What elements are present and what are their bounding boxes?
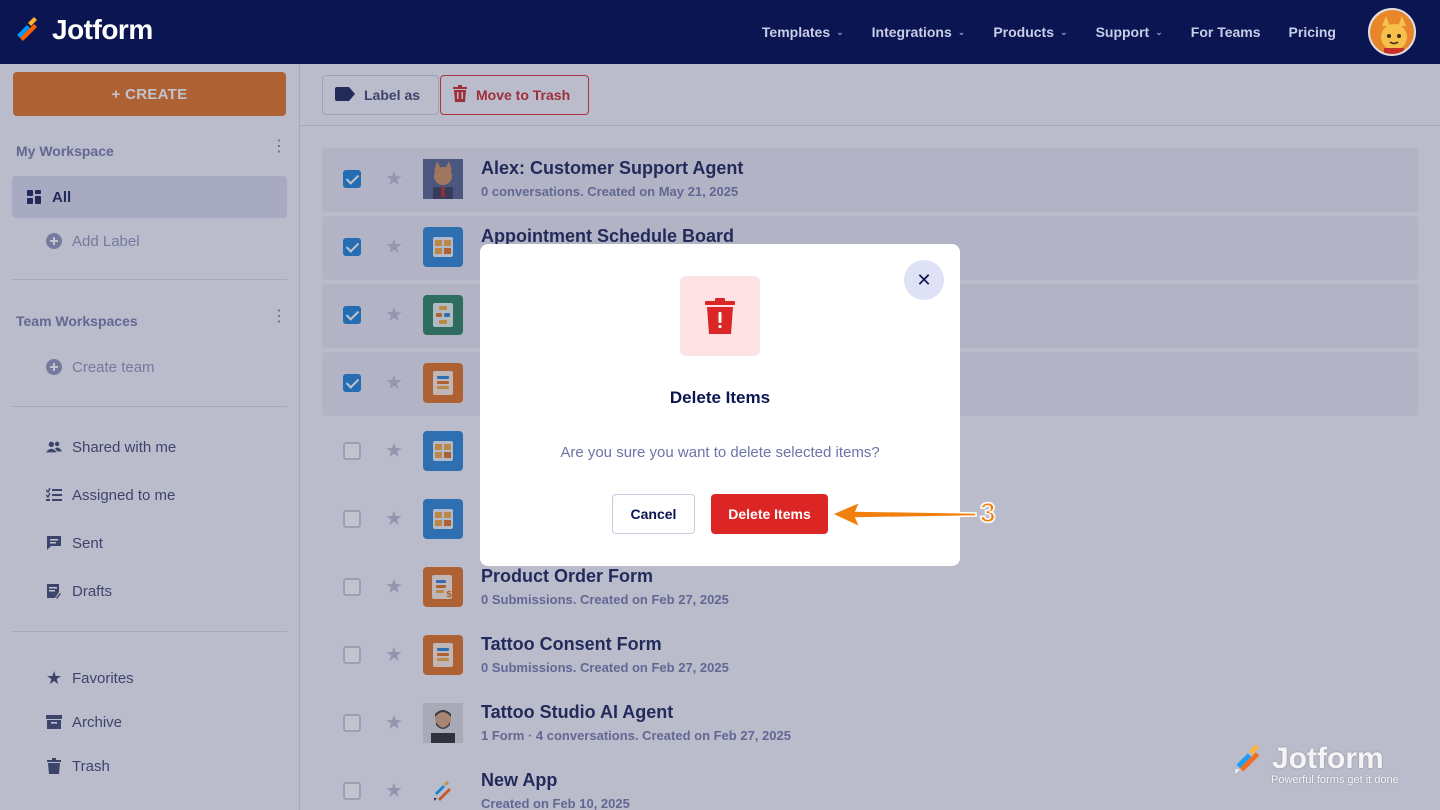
annotation-arrow-icon bbox=[830, 500, 977, 529]
annotation-step-number: 3 bbox=[979, 496, 996, 529]
nav-item-products[interactable]: Products ⌄ bbox=[993, 24, 1067, 40]
chevron-down-icon: ⌄ bbox=[1060, 26, 1068, 37]
cancel-button[interactable]: Cancel bbox=[612, 494, 695, 534]
watermark-tagline: Powerful forms get it done bbox=[1271, 774, 1399, 786]
chevron-down-icon: ⌄ bbox=[957, 26, 966, 37]
jotform-logo-icon bbox=[16, 17, 37, 43]
nav-item-for-teams[interactable]: For Teams bbox=[1191, 24, 1261, 40]
delete-items-button[interactable]: Delete Items bbox=[711, 494, 828, 534]
nav-item-integrations[interactable]: Integrations ⌄ bbox=[872, 24, 966, 40]
avatar-icon bbox=[1370, 10, 1414, 54]
dialog-title: Delete Items bbox=[669, 388, 771, 407]
jotform-logo[interactable]: Jotform bbox=[14, 14, 153, 46]
user-avatar[interactable] bbox=[1368, 8, 1416, 56]
chevron-down-icon: ⌄ bbox=[836, 26, 844, 37]
nav-label: Pricing bbox=[1288, 24, 1336, 40]
nav-label: Templates bbox=[761, 24, 831, 40]
nav-menu: Templates ⌄ Integrations ⌄ Products ⌄ Suppo… bbox=[762, 0, 1336, 64]
brand-name: Jotform bbox=[52, 14, 153, 45]
nav-item-templates[interactable]: Templates ⌄ bbox=[762, 24, 844, 40]
jotform-watermark: Jotform Powerful forms get it done bbox=[1232, 742, 1399, 786]
watermark-brand: Jotform bbox=[1272, 742, 1384, 775]
nav-item-support[interactable]: Support ⌄ bbox=[1096, 24, 1163, 40]
top-navigation-bar: Jotform Templates ⌄ Integrations ⌄ Product… bbox=[0, 0, 1440, 64]
chevron-down-icon: ⌄ bbox=[1155, 26, 1163, 37]
nav-label: Integrations bbox=[871, 24, 952, 40]
nav-label: For Teams bbox=[1190, 24, 1261, 40]
jotform-logo-icon bbox=[1235, 744, 1260, 774]
close-icon[interactable]: ✕ bbox=[904, 260, 944, 300]
nav-item-pricing[interactable]: Pricing bbox=[1289, 24, 1336, 40]
nav-label: Products bbox=[993, 24, 1055, 40]
nav-label: Support bbox=[1095, 24, 1150, 40]
trash-warning-icon bbox=[680, 276, 760, 356]
dialog-message: Are you sure you want to delete selected… bbox=[560, 444, 880, 461]
